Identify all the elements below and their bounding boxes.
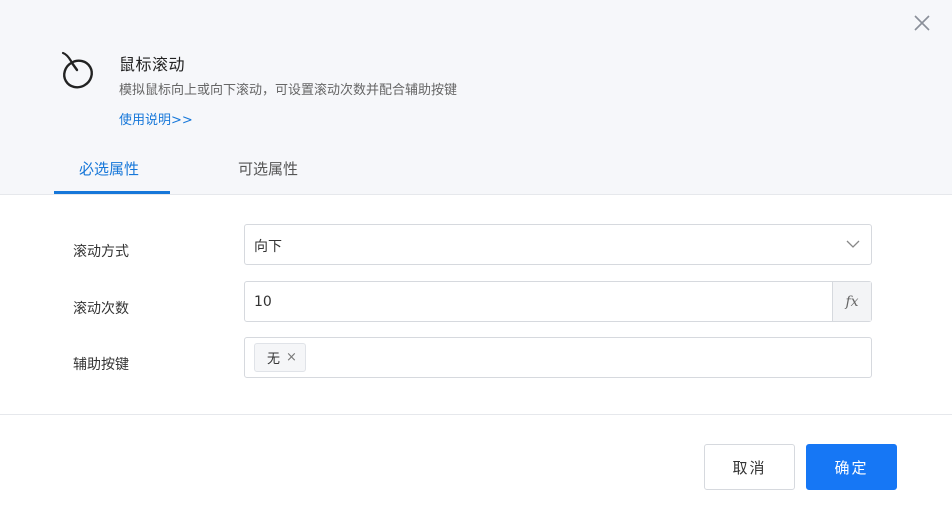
tag-close-icon[interactable]: × bbox=[286, 351, 297, 364]
mouse-scroll-dialog: 鼠标滚动 模拟鼠标向上或向下滚动，可设置滚动次数并配合辅助按键 使用说明>> 必… bbox=[0, 0, 952, 516]
close-icon[interactable] bbox=[911, 12, 933, 34]
confirm-button[interactable]: 确定 bbox=[806, 444, 897, 490]
dialog-description: 模拟鼠标向上或向下滚动，可设置滚动次数并配合辅助按键 bbox=[119, 83, 458, 98]
cancel-button[interactable]: 取消 bbox=[704, 444, 795, 490]
chevron-down-icon bbox=[845, 238, 861, 250]
mouse-icon bbox=[58, 50, 96, 90]
fx-button[interactable]: fx bbox=[832, 282, 871, 321]
modifier-key-tag: 无 × bbox=[254, 343, 306, 372]
active-tab-indicator bbox=[54, 191, 170, 194]
modifier-key-tag-label: 无 bbox=[267, 352, 281, 367]
tab-optional-properties[interactable]: 可选属性 bbox=[238, 158, 298, 179]
footer-divider bbox=[0, 414, 952, 415]
modifier-keys-label: 辅助按键 bbox=[73, 357, 129, 373]
scroll-count-input[interactable] bbox=[245, 282, 833, 321]
scroll-count-field: fx bbox=[244, 281, 872, 322]
scroll-mode-label: 滚动方式 bbox=[73, 244, 129, 260]
dialog-header: 鼠标滚动 模拟鼠标向上或向下滚动，可设置滚动次数并配合辅助按键 使用说明>> 必… bbox=[0, 0, 952, 195]
scroll-count-label: 滚动次数 bbox=[73, 301, 129, 317]
scroll-mode-value: 向下 bbox=[254, 239, 282, 255]
dialog-title: 鼠标滚动 bbox=[119, 55, 186, 74]
tab-required-properties[interactable]: 必选属性 bbox=[79, 158, 139, 179]
modifier-keys-select[interactable]: 无 × bbox=[244, 337, 872, 378]
scroll-mode-select[interactable]: 向下 bbox=[244, 224, 872, 265]
help-link[interactable]: 使用说明>> bbox=[119, 109, 193, 128]
